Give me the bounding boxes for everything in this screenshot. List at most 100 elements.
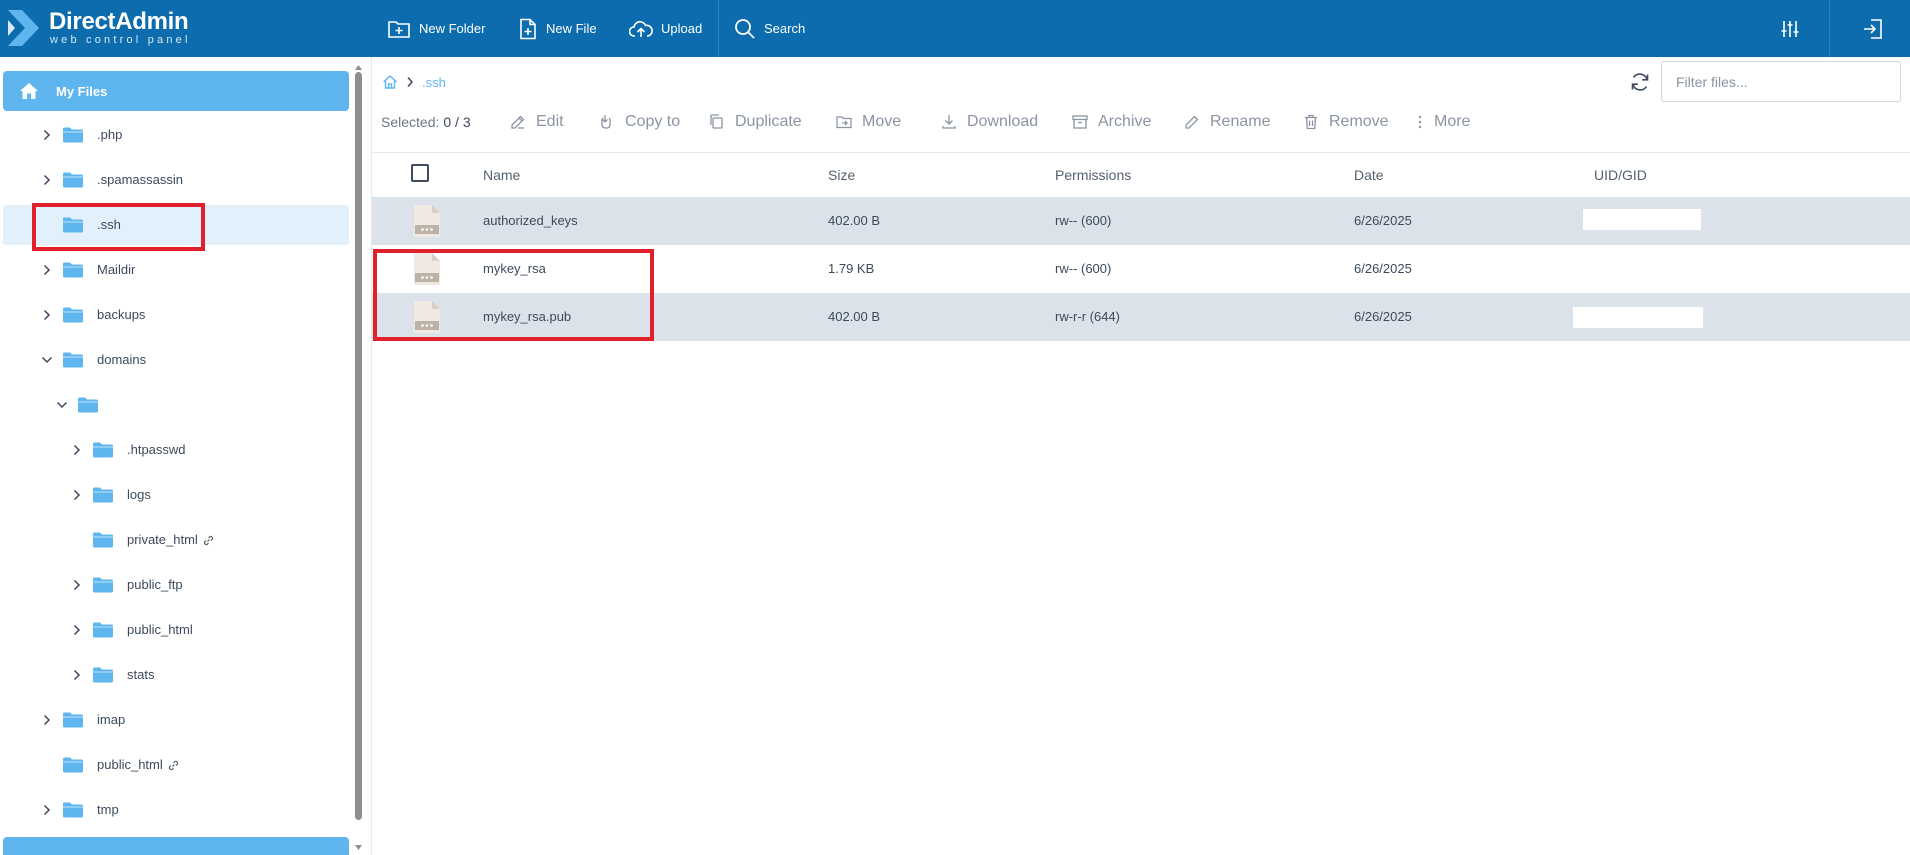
redacted-uid-gid [1573, 307, 1703, 328]
sidebar-tree-label: domains [97, 352, 146, 367]
breadcrumb: .ssh [382, 70, 446, 94]
logo[interactable]: DirectAdmin web control panel [6, 8, 189, 48]
symlink-icon [168, 760, 179, 771]
move-action-button[interactable]: Move [835, 110, 901, 134]
search-icon [735, 18, 755, 39]
sidebar-tree-item[interactable]: tmp [0, 790, 352, 830]
top-bar: DirectAdmin web control panel New Folder… [0, 0, 1910, 57]
folder-icon [93, 442, 113, 458]
sidebar-tree-item[interactable]: private_html [0, 520, 352, 560]
sidebar-tree-label: .spamassassin [97, 172, 183, 187]
sidebar-tree-item[interactable]: backups [0, 295, 352, 335]
chevron-right-icon[interactable] [41, 714, 53, 726]
sidebar-tree-item[interactable]: imap [0, 700, 352, 740]
logout-button[interactable] [1858, 14, 1888, 44]
sidebar-tree-item[interactable]: .htpasswd [0, 430, 352, 470]
folder-icon [93, 487, 113, 503]
selected-count: 0 / 3 [443, 114, 471, 130]
chevron-right-icon[interactable] [41, 309, 53, 321]
archive-action-button[interactable]: Archive [1071, 110, 1151, 134]
chevron-right-icon[interactable] [41, 174, 53, 186]
folder-icon [63, 307, 83, 323]
directadmin-logo-icon [8, 10, 39, 46]
breadcrumb-current[interactable]: .ssh [422, 75, 446, 90]
search-button[interactable]: Search [734, 0, 805, 57]
more-action-button[interactable]: More [1415, 110, 1470, 134]
folder-icon [63, 802, 83, 818]
chevron-right-icon[interactable] [71, 444, 83, 456]
column-name[interactable]: Name [483, 167, 520, 183]
settings-button[interactable] [1775, 14, 1805, 44]
new-folder-icon [388, 20, 410, 38]
tree-label-text: .php [97, 127, 123, 142]
sidebar-tree-label: imap [97, 712, 125, 727]
column-permissions[interactable]: Permissions [1055, 167, 1131, 183]
column-uid-gid[interactable]: UID/GID [1594, 167, 1647, 183]
chevron-right-icon[interactable] [41, 804, 53, 816]
search-label: Search [764, 21, 806, 36]
header-divider [718, 0, 719, 57]
file-size: 402.00 B [828, 213, 881, 228]
select-all-checkbox[interactable] [411, 164, 429, 182]
edit-action-button[interactable]: Edit [509, 110, 564, 134]
copy-to-action-button[interactable]: Copy to [598, 110, 680, 134]
sidebar-tree-item[interactable]: public_html [0, 745, 352, 785]
file-permissions: rw-r-r (644) [1055, 309, 1120, 324]
new-folder-button[interactable]: New Folder [387, 0, 485, 57]
chevron-right-icon[interactable] [71, 489, 83, 501]
column-size[interactable]: Size [828, 167, 855, 183]
folder-icon [63, 757, 83, 773]
folder-icon [93, 622, 113, 638]
sidebar-my-files[interactable]: My Files [3, 71, 349, 111]
sidebar-tree-label: .php [97, 127, 122, 142]
sidebar-tree-item[interactable] [0, 385, 352, 425]
file-size: 1.79 KB [828, 261, 875, 276]
sidebar-tree-item[interactable]: public_html [0, 610, 352, 650]
scroll-up-arrow-icon[interactable] [355, 64, 362, 71]
rename-action-button[interactable]: Rename [1183, 110, 1270, 134]
scroll-down-arrow-icon[interactable] [355, 844, 362, 851]
chevron-right-icon[interactable] [71, 624, 83, 636]
sidebar-tree-item[interactable]: .spamassassin [0, 160, 352, 200]
filter-files-input[interactable] [1661, 61, 1901, 102]
sidebar-tree-item[interactable]: domains [0, 340, 352, 380]
sidebar-tree-item[interactable]: logs [0, 475, 352, 515]
column-date[interactable]: Date [1354, 167, 1384, 183]
duplicate-action-button[interactable]: Duplicate [708, 110, 802, 134]
copy-to-icon [601, 115, 611, 129]
sidebar-tree-label: public_html [97, 757, 179, 772]
archive-icon [1072, 115, 1088, 129]
action-label: Move [862, 113, 902, 130]
file-date: 6/26/2025 [1354, 261, 1412, 276]
sidebar-tree-item[interactable]: Maildir [0, 250, 352, 290]
edit-icon [511, 115, 525, 129]
tree-label-text: logs [127, 487, 151, 502]
remove-action-button[interactable]: Remove [1302, 110, 1389, 134]
sidebar-tree-item[interactable]: stats [0, 655, 352, 695]
my-files-label: My Files [56, 83, 108, 99]
chevron-right-icon[interactable] [71, 669, 83, 681]
sidebar-scroll-thumb[interactable] [355, 72, 362, 820]
sidebar-tree-label: logs [127, 487, 151, 502]
chevron-down-icon[interactable] [41, 354, 53, 366]
chevron-right-icon[interactable] [41, 129, 53, 141]
chevron-down-icon[interactable] [56, 399, 68, 411]
sidebar-tree-item[interactable]: public_ftp [0, 565, 352, 605]
new-file-button[interactable]: New File [518, 0, 597, 57]
chevron-right-icon[interactable] [71, 579, 83, 591]
refresh-icon[interactable] [1628, 70, 1652, 94]
file-name[interactable]: authorized_keys [483, 213, 578, 228]
sidebar-next-section[interactable] [3, 837, 349, 855]
duplicate-icon [710, 114, 723, 129]
upload-button[interactable]: Upload [629, 0, 702, 57]
chevron-right-icon[interactable] [41, 264, 53, 276]
sidebar-tree-item[interactable]: .php [0, 115, 352, 155]
breadcrumb-home-icon[interactable] [382, 74, 398, 90]
table-header: Name Size Permissions Date UID/GID [372, 152, 1910, 197]
tree-label-text: public_html [127, 622, 193, 637]
rename-icon [1185, 115, 1199, 129]
sidebar-tree-label: tmp [97, 802, 119, 817]
file-date: 6/26/2025 [1354, 309, 1412, 324]
download-action-button[interactable]: Download [940, 110, 1038, 134]
folder-icon [63, 127, 83, 143]
